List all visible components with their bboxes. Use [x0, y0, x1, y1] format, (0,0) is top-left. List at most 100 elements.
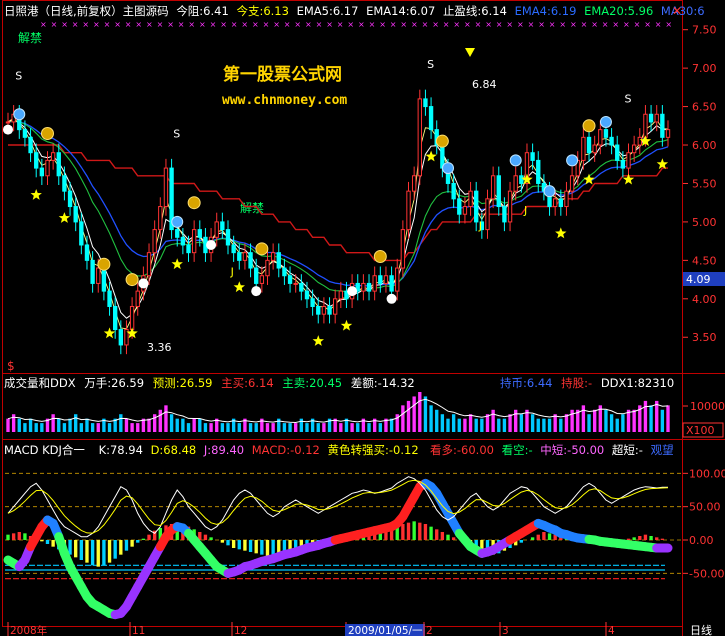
volume-bar	[220, 423, 225, 432]
volume-bar	[271, 423, 275, 432]
macd-tick-label: 50.00	[689, 501, 721, 514]
cross-mark: ×	[612, 20, 619, 29]
volume-tick-10000: 10000	[690, 400, 725, 413]
volume-bar	[107, 423, 112, 432]
candle-body	[56, 152, 61, 177]
volume-bar	[547, 418, 552, 432]
volume-bar	[322, 423, 326, 432]
candle-body	[259, 275, 265, 284]
candle-body	[50, 152, 56, 161]
cross-mark: ×	[316, 20, 323, 29]
vol-main-sell: 主卖:20.45	[282, 376, 342, 390]
white-dot-icon	[386, 293, 397, 304]
macd-histogram-bar	[40, 540, 44, 542]
cross-mark: ×	[453, 20, 460, 29]
volume-bar	[592, 409, 597, 432]
volume-bar	[457, 418, 461, 432]
candle-body	[660, 113, 665, 138]
macd-histogram-bar	[119, 540, 123, 555]
volume-bar	[378, 423, 382, 432]
money-bag-icon	[435, 134, 449, 148]
candle-body	[507, 190, 513, 223]
j-signal-label: J	[478, 220, 482, 233]
volume-bar	[564, 414, 569, 432]
cross-mark: ×	[464, 20, 471, 29]
signal-ball-icon	[13, 108, 26, 121]
candle-body	[383, 275, 389, 284]
unlock-label: 解禁	[18, 31, 42, 45]
cross-mark: ×	[432, 20, 439, 29]
macd-tick-label: 0.00	[689, 534, 714, 547]
time-tick-label: 2	[426, 625, 433, 636]
cross-mark: ×	[72, 20, 79, 29]
candle-body	[536, 159, 541, 184]
candle-body	[462, 206, 468, 215]
candle-body	[113, 305, 118, 331]
header-ema20: EMA20:5.96	[584, 4, 653, 18]
cross-mark: ×	[114, 20, 121, 29]
macd-histogram-bar	[406, 522, 411, 540]
cross-mark: ×	[199, 20, 206, 29]
volume-bar	[316, 423, 320, 432]
volume-bar	[604, 409, 608, 432]
period-label[interactable]: 日线	[690, 623, 712, 636]
macd-panel-header-right: 看多:-60.00 看空:- 中短:-50.00 超短:- 观望	[430, 443, 674, 457]
candle-body	[248, 252, 253, 269]
cross-mark: ×	[157, 20, 164, 29]
candle-body	[451, 182, 456, 200]
candle-body	[620, 159, 626, 169]
candle-body	[220, 221, 225, 231]
macd-watch: 观望	[651, 443, 674, 457]
candle-body	[299, 282, 304, 292]
macd-bear: 看空:-	[502, 443, 533, 457]
volume-scale-label: X100	[686, 424, 715, 437]
macd-value: MACD:-0.12	[252, 443, 320, 457]
macd-histogram-bar	[231, 540, 236, 548]
volume-bar	[609, 414, 614, 432]
header-ema4: EMA4:6.19	[515, 4, 577, 18]
cross-mark: ×	[104, 20, 111, 29]
signal-ball-icon	[543, 185, 556, 198]
candle-body	[101, 267, 107, 292]
volume-bar	[96, 423, 100, 432]
macd-histogram-bar	[107, 540, 112, 563]
header-ema14: EMA14:6.07	[366, 4, 435, 18]
macd-histogram-bar	[23, 533, 27, 540]
vol-title: 成交量和DDX	[4, 376, 76, 390]
macd-histogram-bar	[102, 540, 106, 566]
macd-mid-short: 中短:-50.00	[540, 443, 604, 457]
header-ma30: MA30:6	[661, 4, 705, 18]
price-tick-label: 5.00	[692, 216, 717, 229]
volume-bar	[367, 423, 371, 432]
candle-body	[327, 305, 332, 315]
white-dot-icon	[347, 286, 358, 297]
volume-bar	[502, 418, 507, 432]
header-title: 日照港（日线,前复权）主图源码	[4, 4, 169, 18]
price-tick-label: 7.50	[692, 24, 717, 37]
macd-histogram-bar	[418, 522, 422, 540]
volume-bar	[429, 405, 433, 432]
cross-mark: ×	[326, 20, 333, 29]
cross-mark: ×	[241, 20, 248, 29]
price-tick-label: 6.00	[692, 139, 717, 152]
candle-body	[62, 175, 67, 192]
macd-histogram-bar	[130, 540, 134, 547]
close-icon[interactable]: ✕	[672, 4, 682, 18]
cross-mark: ×	[231, 20, 238, 29]
cross-mark: ×	[305, 20, 312, 29]
vol-hold-stock: 持股:-	[561, 376, 592, 390]
candle-body	[180, 236, 186, 246]
macd-histogram-bar	[6, 534, 10, 540]
current-price-label: 4.09	[686, 273, 711, 286]
volume-bar	[237, 423, 241, 432]
candle-body	[626, 152, 631, 169]
price-tick-label: 5.50	[692, 177, 717, 190]
candle-body	[417, 98, 422, 177]
candle-body	[530, 152, 535, 161]
candle-body	[400, 229, 406, 269]
header-stop-profit: 止盈线:6.14	[443, 4, 507, 18]
price-tick-label: 3.50	[692, 331, 717, 344]
stock-chart[interactable]: 日照港（日线,前复权）主图源码 今阻:6.41 今支:6.13 EMA5:6.1…	[0, 0, 725, 636]
candle-body	[553, 198, 558, 208]
volume-bar	[655, 400, 659, 432]
